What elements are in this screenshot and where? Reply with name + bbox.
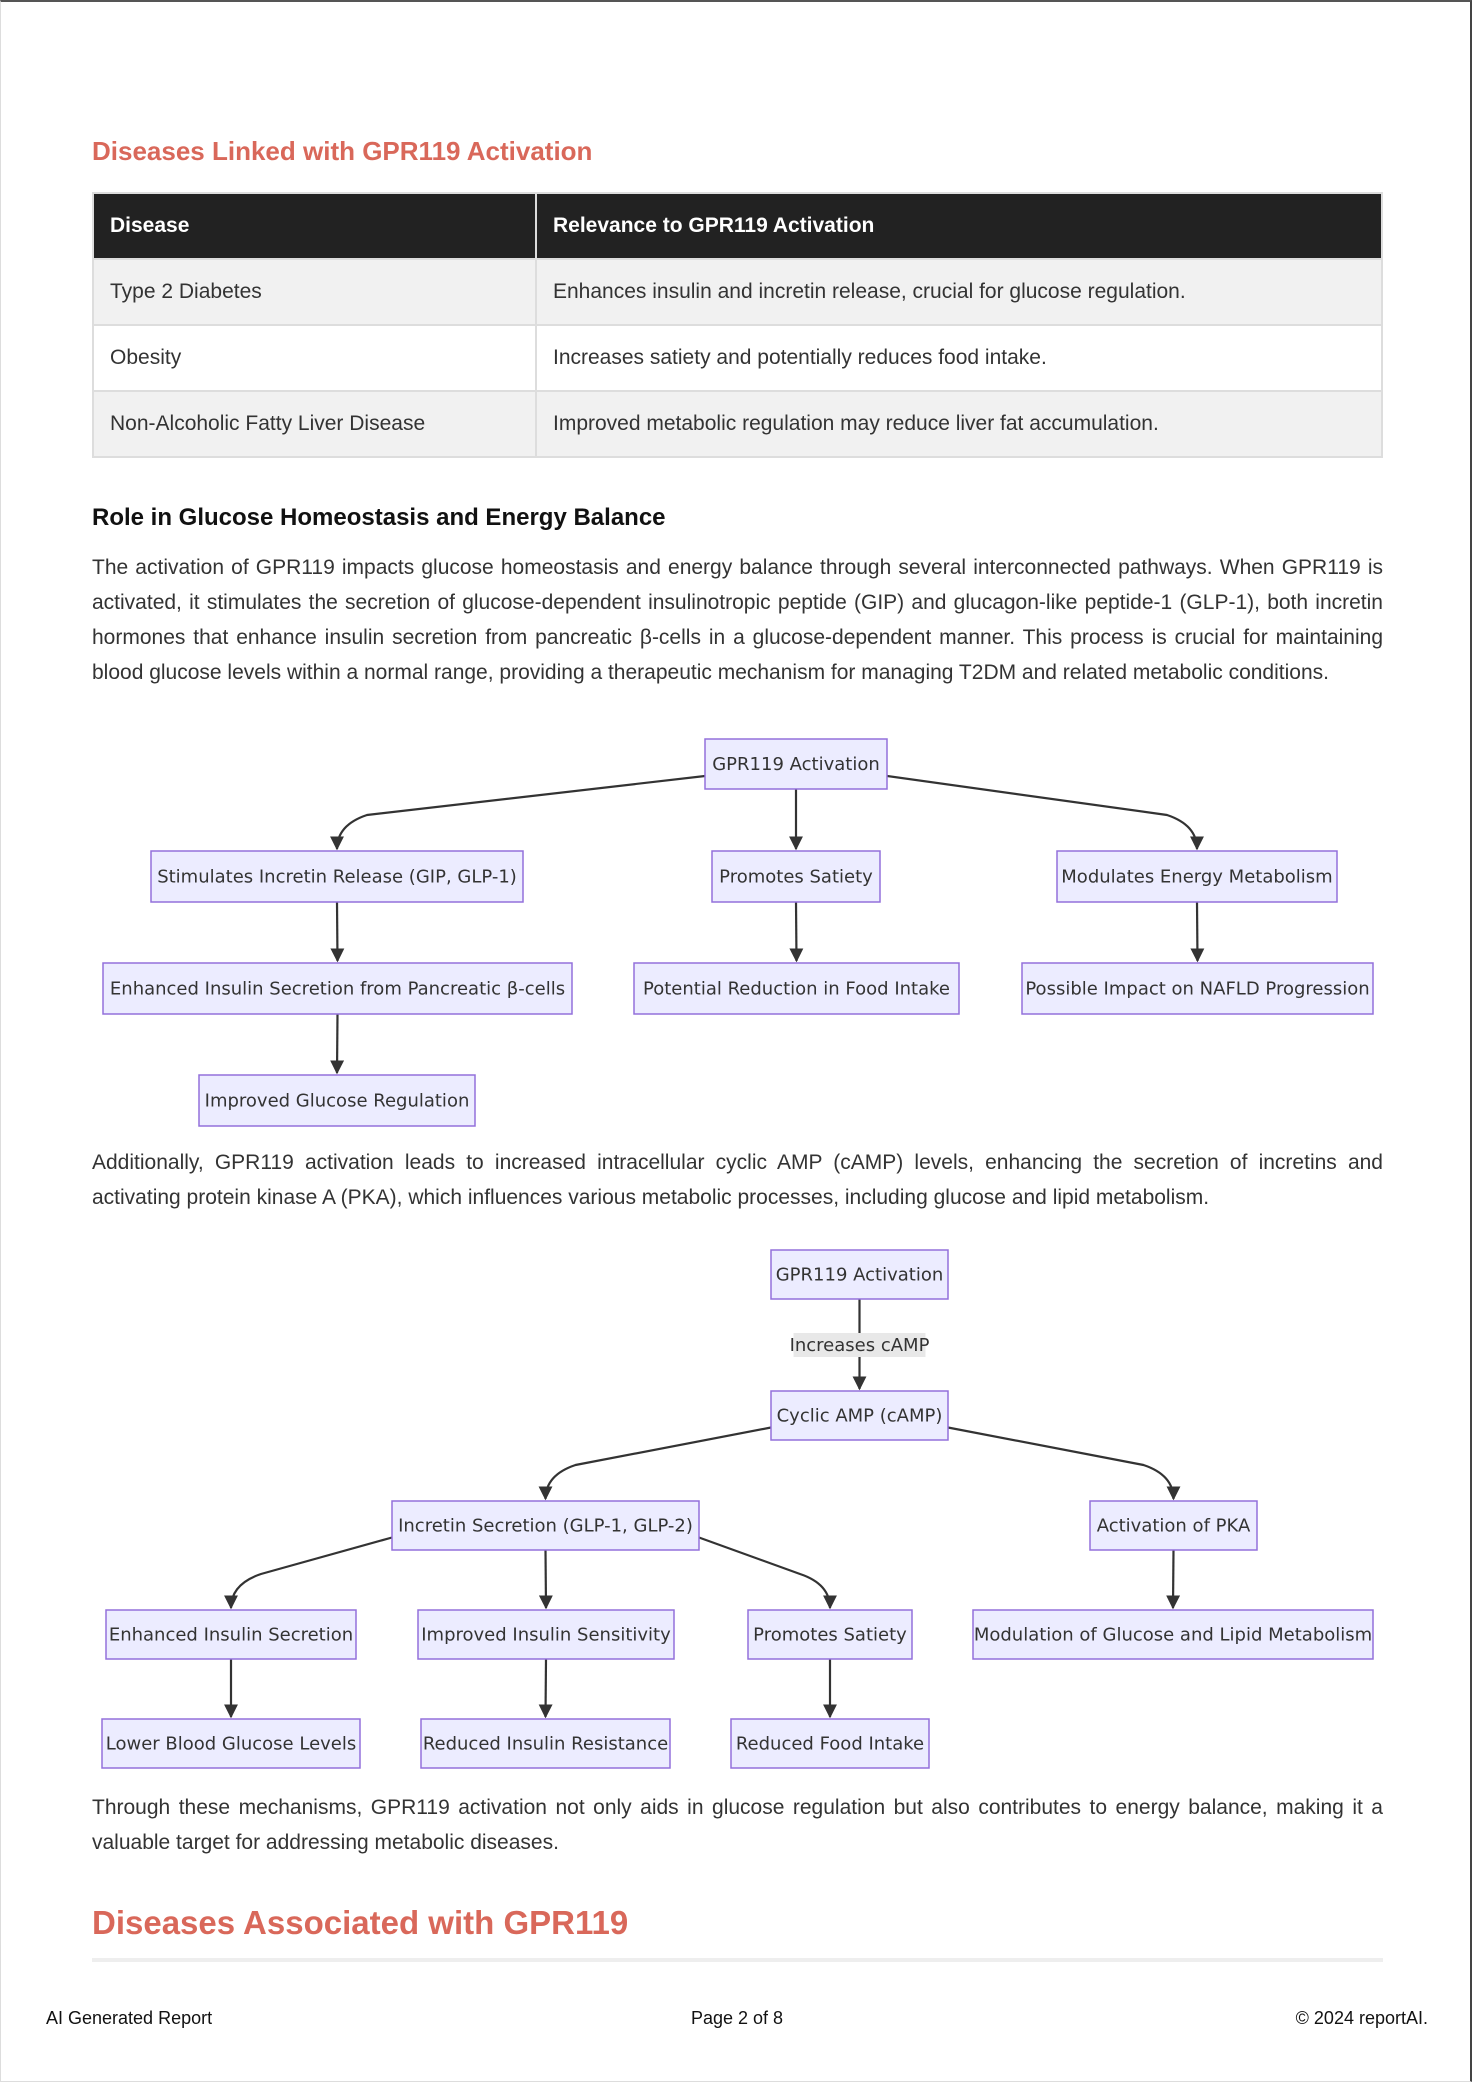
node-label: Improved Insulin Sensitivity <box>421 1625 671 1646</box>
node-label: Incretin Secretion (GLP-1, GLP-2) <box>398 1516 693 1537</box>
footer-page-number: Page 2 of 8 <box>690 2008 784 2028</box>
paragraph-conclusion: Through these mechanisms, GPR119 activat… <box>92 1796 1383 1854</box>
edge-incretin-to-satiety <box>698 1536 837 1610</box>
node-label: Activation of PKA <box>1097 1516 1251 1537</box>
d2-node-resistance: Reduced Insulin Resistance <box>420 1718 671 1769</box>
d2-node-food: Reduced Food Intake <box>730 1718 930 1769</box>
d2-node-incretin: Incretin Secretion (GLP-1, GLP-2) <box>391 1500 700 1551</box>
edge-label-text: Increases cAMP <box>790 1335 930 1356</box>
d2-node-sensitivity: Improved Insulin Sensitivity <box>417 1609 675 1660</box>
d2-node-modulation: Modulation of Glucose and Lipid Metaboli… <box>972 1609 1374 1660</box>
d2-node-pka: Activation of PKA <box>1089 1500 1258 1551</box>
d2-node-camp: Cyclic AMP (cAMP) <box>770 1390 949 1441</box>
d2-node-root: GPR119 Activation <box>770 1249 949 1300</box>
flowchart-camp-pathways: Increases cAMP GPR119 Activation Cyclic AM… <box>101 1249 1374 1769</box>
node-label: Reduced Food Intake <box>736 1734 924 1755</box>
node-label: Reduced Insulin Resistance <box>423 1734 668 1755</box>
node-label: Enhanced Insulin Secretion <box>109 1625 353 1646</box>
edge-label-increases-camp: Increases cAMP <box>790 1333 930 1357</box>
heading-divider <box>92 1958 1383 1962</box>
node-label: Lower Blood Glucose Levels <box>106 1734 357 1755</box>
d2-node-lower: Lower Blood Glucose Levels <box>101 1718 361 1769</box>
edge-camp-to-pka <box>947 1426 1181 1501</box>
node-label: GPR119 Activation <box>776 1265 944 1286</box>
d2-node-satiety: Promotes Satiety <box>747 1609 913 1660</box>
node-label: Modulation of Glucose and Lipid Metaboli… <box>974 1625 1372 1646</box>
node-label: Promotes Satiety <box>753 1625 907 1646</box>
node-label: Cyclic AMP (cAMP) <box>777 1406 943 1427</box>
edge-incretin-to-insulin <box>224 1536 393 1610</box>
edge-sensitivity-to-resistance <box>538 1658 553 1719</box>
section-heading-diseases-associated: Diseases Associated with GPR119 <box>92 1904 629 1941</box>
footer-copyright: © 2024 reportAI. <box>1295 2008 1428 2028</box>
edge-camp-to-incretin <box>538 1426 772 1501</box>
d2-node-insulin: Enhanced Insulin Secretion <box>105 1609 357 1660</box>
edge-pka-to-modulation <box>1166 1549 1181 1610</box>
edge-incretin-to-sensitivity <box>538 1549 553 1610</box>
